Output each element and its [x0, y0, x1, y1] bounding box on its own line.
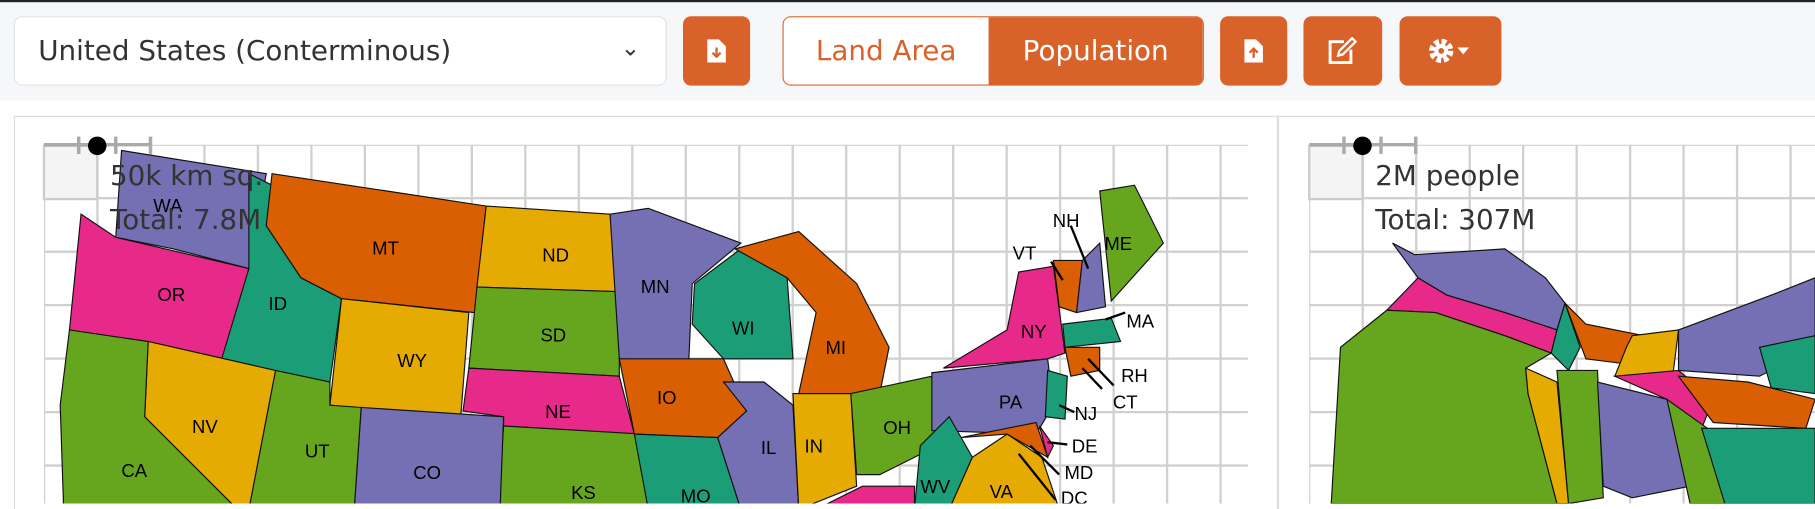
- state-label: IN: [805, 436, 824, 457]
- state-in-shape[interactable]: [792, 393, 858, 504]
- state-label: MN: [641, 276, 670, 297]
- label-leader-line: [1105, 311, 1126, 321]
- right-total-label: Total: 307M: [1375, 203, 1536, 237]
- state-ny-shape[interactable]: [943, 265, 1066, 369]
- state-label: ND: [542, 245, 569, 266]
- state-label: MT: [372, 238, 399, 259]
- state-label: MI: [825, 337, 846, 358]
- state-label: MO: [681, 485, 711, 503]
- state-label: OH: [883, 417, 911, 438]
- state-label: NY: [1021, 321, 1047, 342]
- right-scale-label: 2M people: [1375, 159, 1520, 193]
- state-label: RH: [1121, 365, 1148, 386]
- state-label: DC: [1061, 488, 1088, 504]
- state-label: VT: [1013, 242, 1037, 263]
- state-label: MA: [1126, 311, 1154, 332]
- state-label: NJ: [1075, 403, 1098, 424]
- right-scale-square: [1308, 144, 1364, 201]
- state-ma-shape[interactable]: [1062, 317, 1122, 348]
- left-scale-label: 50k km sq.: [109, 159, 264, 193]
- state-label: VA: [990, 481, 1014, 502]
- state-label: NH: [1053, 210, 1080, 231]
- maps-canvas[interactable]: WAOR IDMT NDMNWYSD WIMINEIOIL INOHPANYVTNHME…: [0, 0, 1815, 504]
- state-label: NE: [545, 401, 571, 422]
- state-label: NV: [192, 416, 218, 437]
- state-label: CT: [1113, 392, 1138, 413]
- state-label: DE: [1072, 436, 1098, 457]
- state-label: IL: [761, 437, 776, 458]
- state-label: IO: [657, 387, 677, 408]
- state-label: SD: [540, 324, 566, 345]
- state-label: CO: [413, 462, 441, 483]
- state-label: UT: [305, 440, 330, 461]
- state-io-shape[interactable]: [618, 358, 748, 439]
- state-label: WI: [732, 318, 755, 339]
- state-label: PA: [999, 392, 1023, 413]
- left-scale-square: [42, 144, 99, 201]
- state-label: OR: [157, 284, 185, 305]
- state-co-shape[interactable]: [354, 406, 505, 504]
- left-scale-handle[interactable]: [87, 136, 107, 156]
- state-label: KS: [571, 482, 596, 503]
- state-label: ME: [1104, 233, 1132, 254]
- state-nj-shape[interactable]: [1044, 369, 1068, 420]
- right-scale-handle[interactable]: [1353, 136, 1372, 156]
- state-label: WV: [920, 476, 950, 497]
- state-label: MD: [1064, 462, 1093, 483]
- state-label: WY: [397, 350, 427, 371]
- left-total-label: Total: 7.8M: [109, 203, 262, 237]
- state-label: ID: [269, 293, 288, 314]
- state-ct-shape[interactable]: [1064, 346, 1101, 377]
- state-label: CA: [121, 460, 147, 481]
